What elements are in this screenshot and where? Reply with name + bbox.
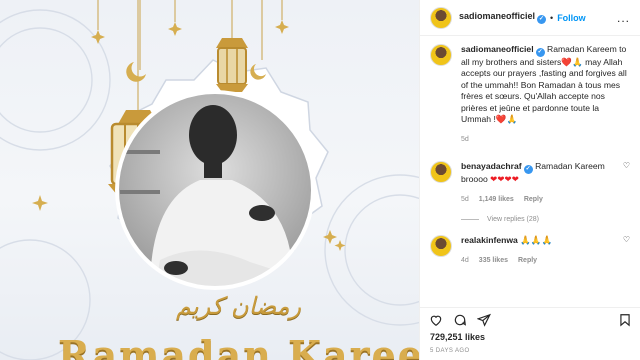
arabic-greeting: رمضان كريم <box>176 292 302 320</box>
comment-item: realakinfenwa 🙏🙏🙏 4d 335 likes Reply ♡ <box>430 234 630 267</box>
comment-likes[interactable]: 1,149 likes <box>479 194 514 205</box>
instagram-post-view: رمضان كريم Ramadan Kareem sadiomaneoffic… <box>0 0 640 360</box>
follow-button[interactable]: Follow <box>557 13 586 23</box>
bookmark-icon[interactable] <box>618 313 632 327</box>
comment-meta: 4d 335 likes Reply <box>461 255 623 266</box>
caption-body: sadiomaneofficiel ✓ Ramadan Kareem to all… <box>461 44 630 146</box>
comment-body: realakinfenwa 🙏🙏🙏 4d 335 likes Reply <box>461 235 623 267</box>
avatar[interactable] <box>430 44 452 66</box>
avatar[interactable] <box>430 234 452 257</box>
red-heart-emoji: ❤️ <box>495 114 507 125</box>
heart-icon[interactable] <box>429 313 443 327</box>
comments-list: sadiomaneofficiel ✓ Ramadan Kareem to all… <box>420 36 640 276</box>
divider <box>461 218 479 220</box>
comment-likes[interactable]: 335 likes <box>479 255 508 266</box>
action-bar <box>420 307 640 331</box>
avatar[interactable] <box>430 6 452 29</box>
separator-dot: • <box>550 12 554 23</box>
caption-time: 5d <box>461 136 469 144</box>
post-header: sadiomaneofficiel ✓ • Follow ... <box>420 0 640 36</box>
comment-username[interactable]: realakinfenwa <box>461 235 518 245</box>
comment-text: 🙏🙏🙏 <box>520 234 553 245</box>
caption-username[interactable]: sadiomaneofficiel ✓ <box>461 44 545 57</box>
red-heart-emoji: ❤️ <box>561 57 572 67</box>
view-replies-button[interactable]: View replies (28) <box>461 216 630 223</box>
caption-text-continued: may Allah accepts our prayers ,fasting a… <box>461 57 627 125</box>
view-replies-label: View replies (28) <box>487 215 540 223</box>
more-options-icon[interactable]: ... <box>617 11 630 25</box>
comment-like-heart-icon[interactable]: ♡ <box>623 161 630 206</box>
pray-emoji: 🙏 <box>506 114 518 125</box>
caption: sadiomaneofficiel ✓ Ramadan Kareem to all… <box>430 44 630 146</box>
pray-emoji: 🙏 <box>572 57 583 67</box>
verified-badge-icon: ✓ <box>535 48 545 57</box>
comment-time: 4d <box>461 257 469 265</box>
reply-button[interactable]: Reply <box>518 255 537 266</box>
reply-button[interactable]: Reply <box>524 194 543 205</box>
post-side-panel: sadiomaneofficiel ✓ • Follow ... sadioman… <box>419 0 640 360</box>
post-image[interactable]: رمضان كريم Ramadan Kareem <box>0 0 419 360</box>
comment-time: 5d <box>461 196 469 204</box>
verified-badge-icon: ✓ <box>523 164 533 174</box>
comment-like-heart-icon[interactable]: ♡ <box>623 235 630 267</box>
comment-icon[interactable] <box>453 313 467 327</box>
comment-body: benayadachraf ✓ Ramadan Kareem broooo ❤❤❤… <box>461 161 623 206</box>
likes-count[interactable]: 729,251 likes <box>430 332 485 342</box>
caption-meta: 5d <box>461 134 630 145</box>
verified-badge-icon: ✓ <box>537 15 547 24</box>
share-icon[interactable] <box>477 313 491 327</box>
post-date[interactable]: 5 DAYS AGO <box>430 348 470 354</box>
hearts-emoji: ❤❤❤❤ <box>490 173 519 184</box>
comment-item: benayadachraf ✓ Ramadan Kareem broooo ❤❤❤… <box>430 160 630 206</box>
avatar[interactable] <box>430 160 452 183</box>
comment-meta: 5d 1,149 likes Reply <box>461 194 623 205</box>
header-username[interactable]: sadiomaneofficiel ✓ <box>459 11 547 24</box>
comment-username[interactable]: benayadachraf ✓ <box>461 161 533 174</box>
gold-title-text: Ramadan Kareem <box>58 332 419 360</box>
